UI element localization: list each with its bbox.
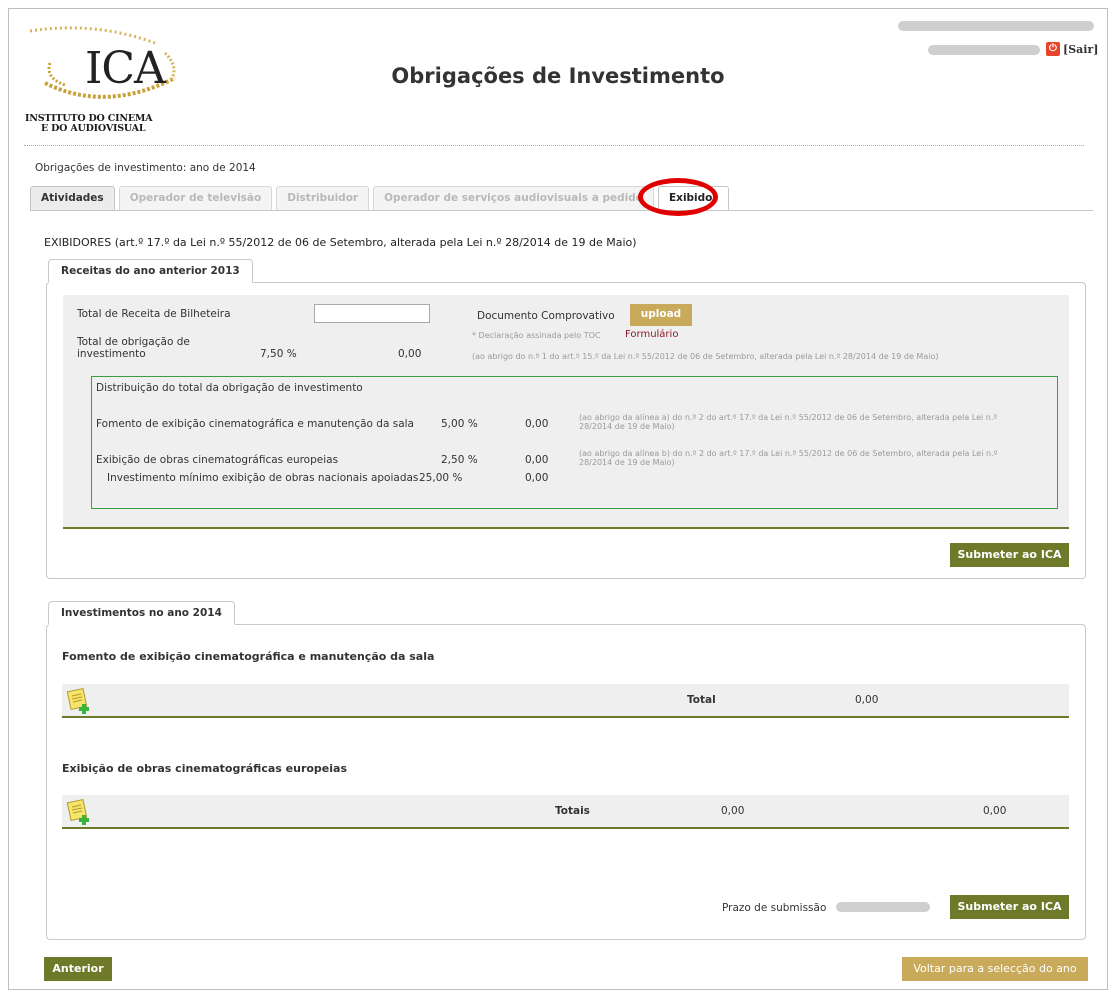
tab-investimentos[interactable]: Investimentos no ano 2014: [48, 601, 235, 625]
tab-exibidor[interactable]: Exibidor: [658, 186, 729, 210]
investimentos-panel: [46, 624, 1086, 940]
tab-operador-televisao[interactable]: Operador de televisão: [118, 186, 273, 210]
submeter-investimentos-button[interactable]: Submeter ao ICA: [950, 895, 1069, 919]
total-obrigacao-label-2: investimento: [77, 348, 146, 360]
power-icon: ⏻: [1046, 42, 1060, 56]
declaracao-note: * Declaração assinada pelo TOC: [472, 331, 601, 340]
exibicao-total-value-1: 0,00: [721, 805, 745, 817]
exibicao-heading: Exibição de obras cinematográficas europ…: [62, 762, 348, 775]
tab-bar: Atividades Operador de televisão Distrib…: [30, 186, 729, 210]
logout-link[interactable]: ⏻ [Sair]: [1046, 42, 1098, 56]
investimento-minimo-label: Investimento mínimo exibição de obras na…: [107, 472, 419, 484]
tab-atividades[interactable]: Atividades: [30, 186, 115, 210]
anterior-button[interactable]: Anterior: [44, 957, 112, 981]
tab-receitas[interactable]: Receitas do ano anterior 2013: [48, 259, 253, 283]
logo-line-2: E DO AUDIOVISUAL: [41, 123, 146, 134]
total-obrigacao-pct: 7,50 %: [260, 348, 297, 360]
logout-label: [Sair]: [1063, 42, 1099, 56]
total-obrigacao-label-1: Total de obrigação de: [77, 336, 190, 348]
redacted-user-info: [898, 21, 1094, 31]
exibicao-label: Exibição de obras cinematográficas europ…: [96, 454, 339, 466]
header-divider: [24, 145, 1084, 146]
exibicao-pct: 2,50 %: [441, 454, 478, 466]
fomento-note-1: (ao abrigo da alínea a) do n.º 2 do art.…: [579, 413, 998, 422]
exibicao-note-1: (ao abrigo da alínea b) do n.º 2 do art.…: [579, 449, 998, 458]
exibicao-totais-label: Totais: [555, 805, 590, 817]
fomento-row: Total 0,00: [62, 684, 1069, 718]
add-document-icon[interactable]: [66, 687, 94, 715]
investimento-minimo-pct: 25,00 %: [419, 472, 463, 484]
section-heading: EXIBIDORES (art.º 17.º da Lei n.º 55/201…: [44, 236, 637, 249]
fomento-label: Fomento de exibição cinematográfica e ma…: [96, 418, 414, 430]
total-receita-input[interactable]: [314, 304, 430, 323]
exibicao-total-value-2: 0,00: [983, 805, 1007, 817]
fomento-pct: 5,00 %: [441, 418, 478, 430]
fomento-note-2: 28/2014 de 19 de Maio): [579, 422, 675, 431]
formulario-link[interactable]: Formulário: [625, 329, 678, 340]
fomento-heading: Fomento de exibição cinematográfica e ma…: [62, 650, 435, 663]
total-obrigacao-value: 0,00: [398, 348, 422, 360]
add-document-icon[interactable]: [66, 798, 94, 826]
redacted-deadline: [836, 902, 930, 912]
exibicao-note-2: 28/2014 de 19 de Maio): [579, 458, 675, 467]
tabs-divider: [30, 210, 1093, 211]
total-obrigacao-note: (ao abrigo do n.º 1 do art.º 15.º da Lei…: [472, 352, 939, 361]
fomento-total-label: Total: [687, 694, 716, 706]
total-receita-label: Total de Receita de Bilheteira: [77, 308, 231, 320]
documento-label: Documento Comprovativo: [477, 310, 615, 322]
investimento-minimo-value: 0,00: [525, 472, 549, 484]
breadcrumb: Obrigações de investimento: ano de 2014: [35, 162, 256, 174]
exibicao-value: 0,00: [525, 454, 549, 466]
tab-operador-servicos-audiovisuais[interactable]: Operador de serviços audiovisuais a pedi…: [373, 186, 654, 210]
redacted-username: [928, 45, 1040, 55]
page-title: Obrigações de Investimento: [391, 64, 725, 88]
upload-button[interactable]: upload: [630, 304, 692, 326]
distribuicao-box: [91, 376, 1058, 509]
fomento-total-value: 0,00: [855, 694, 879, 706]
submeter-receitas-button[interactable]: Submeter ao ICA: [950, 543, 1069, 567]
distribuicao-title: Distribuição do total da obrigação de in…: [96, 382, 363, 394]
exibicao-row: Totais 0,00 0,00: [62, 795, 1069, 829]
voltar-ano-button[interactable]: Voltar para a selecção do ano: [902, 957, 1088, 981]
tab-distribuidor[interactable]: Distribuidor: [276, 186, 370, 210]
prazo-label: Prazo de submissão: [722, 902, 827, 914]
fomento-value: 0,00: [525, 418, 549, 430]
